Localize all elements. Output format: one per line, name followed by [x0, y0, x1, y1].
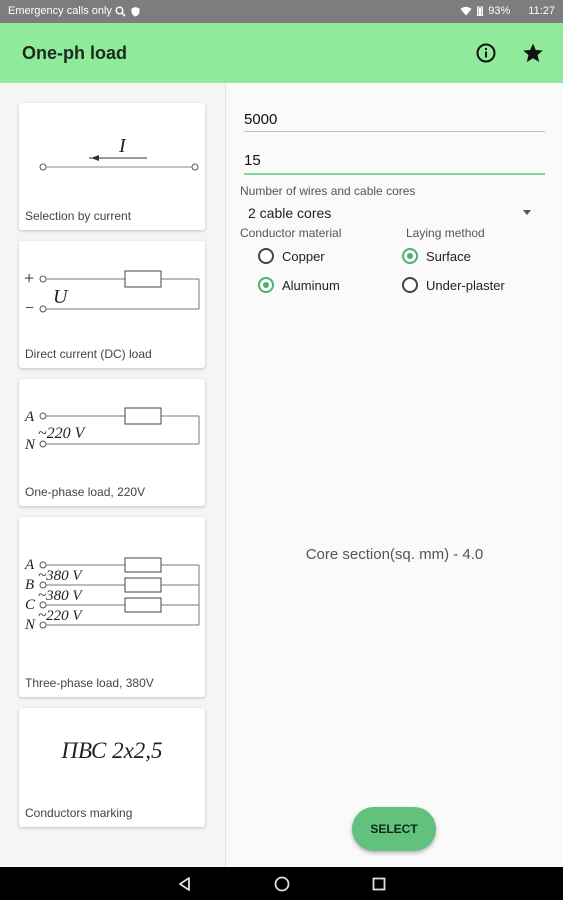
radio-aluminum-circle[interactable] [258, 277, 274, 293]
radio-under-plaster-label: Under-plaster [426, 277, 505, 293]
wires-selected: 2 cable cores [248, 205, 332, 221]
material-label: Conductor material [240, 226, 342, 240]
voltage-label-ab: ~380 V [38, 568, 83, 584]
status-bar: Emergency calls only 93% 11:27 [0, 0, 563, 23]
phase-b-label: B [25, 577, 34, 593]
voltage-label-bc: ~380 V [38, 588, 83, 604]
calculation-form: Number of wires and cable cores 2 cable … [226, 83, 563, 867]
card-caption: Selection by current [25, 209, 132, 223]
one-phase-diagram: A N ~220 V [24, 407, 200, 453]
voltage-label-cn: ~220 V [38, 608, 83, 624]
radio-under-plaster[interactable]: Under-plaster [402, 277, 505, 293]
card-caption: Direct current (DC) load [25, 347, 152, 361]
radio-surface-circle[interactable] [402, 248, 418, 264]
radio-surface-label: Surface [426, 248, 471, 264]
phase-a-label: A [24, 557, 35, 573]
wires-label: Number of wires and cable cores [240, 184, 416, 198]
wifi-icon [460, 5, 472, 17]
carrier-text: Emergency calls only [8, 5, 112, 17]
power-input-underline [244, 131, 545, 132]
three-phase-diagram: A B C N ~380 V ~380 V ~220 V [24, 557, 200, 633]
voltage-label: U [53, 286, 69, 308]
power-input[interactable] [244, 105, 545, 133]
radio-copper-circle[interactable] [258, 248, 274, 264]
info-icon[interactable] [474, 41, 498, 65]
home-icon[interactable] [273, 875, 291, 893]
voltage-label: ~220 V [38, 425, 87, 442]
app-bar: One-ph load [0, 23, 563, 83]
card-one-phase-load[interactable]: A N ~220 V One-phase load, 220V [19, 379, 205, 506]
card-dc-load[interactable]: + − U Direct current (DC) load [19, 241, 205, 368]
phase-a-label: A [24, 409, 35, 425]
current-label: I [118, 135, 127, 157]
radio-surface[interactable]: Surface [402, 248, 471, 264]
recents-icon[interactable] [370, 875, 388, 893]
star-icon[interactable] [521, 41, 545, 65]
status-left: Emergency calls only [8, 5, 142, 17]
dropdown-arrow-icon [523, 210, 531, 215]
minus-label: − [25, 300, 34, 317]
app-title: One-ph load [22, 43, 127, 63]
radio-aluminum[interactable]: Aluminum [258, 277, 340, 293]
wires-dropdown[interactable]: 2 cable cores [244, 202, 531, 224]
card-three-phase-load[interactable]: A B C N ~380 V ~380 V ~220 V Three-phase… [19, 517, 205, 697]
radio-aluminum-label: Aluminum [282, 277, 340, 293]
radio-under-plaster-circle[interactable] [402, 277, 418, 293]
card-caption: Conductors marking [25, 806, 133, 820]
card-conductors-marking[interactable]: ПВС 2x2,5 Conductors marking [19, 708, 205, 827]
length-input[interactable] [244, 146, 545, 174]
card-caption: Three-phase load, 380V [25, 676, 154, 690]
phase-c-label: C [25, 597, 36, 613]
card-caption: One-phase load, 220V [25, 485, 146, 499]
marking-text: ПВС 2x2,5 [61, 738, 163, 763]
select-button[interactable]: SELECT [352, 807, 436, 851]
calculator-list: I Selection by current + − U Direct curr… [0, 83, 226, 867]
length-input-underline [244, 173, 545, 175]
neutral-label: N [24, 617, 36, 633]
time-text: 11:27 [528, 5, 555, 17]
radio-copper[interactable]: Copper [258, 248, 325, 264]
battery-icon [476, 5, 484, 17]
laying-label: Laying method [406, 226, 485, 240]
neutral-label: N [24, 437, 36, 453]
search-icon [115, 5, 127, 17]
radio-copper-label: Copper [282, 248, 325, 264]
dc-diagram: + − U [24, 268, 200, 317]
navigation-bar [0, 867, 563, 900]
plus-label: + [24, 268, 34, 288]
status-right: 93% 11:27 [460, 5, 555, 17]
battery-text: 93% [488, 5, 511, 17]
current-diagram: I [39, 135, 199, 171]
back-icon[interactable] [176, 875, 194, 893]
card-selection-by-current[interactable]: I Selection by current [19, 103, 205, 230]
shield-icon [130, 5, 142, 17]
result-text: Core section(sq. mm) - 4.0 [305, 546, 484, 563]
